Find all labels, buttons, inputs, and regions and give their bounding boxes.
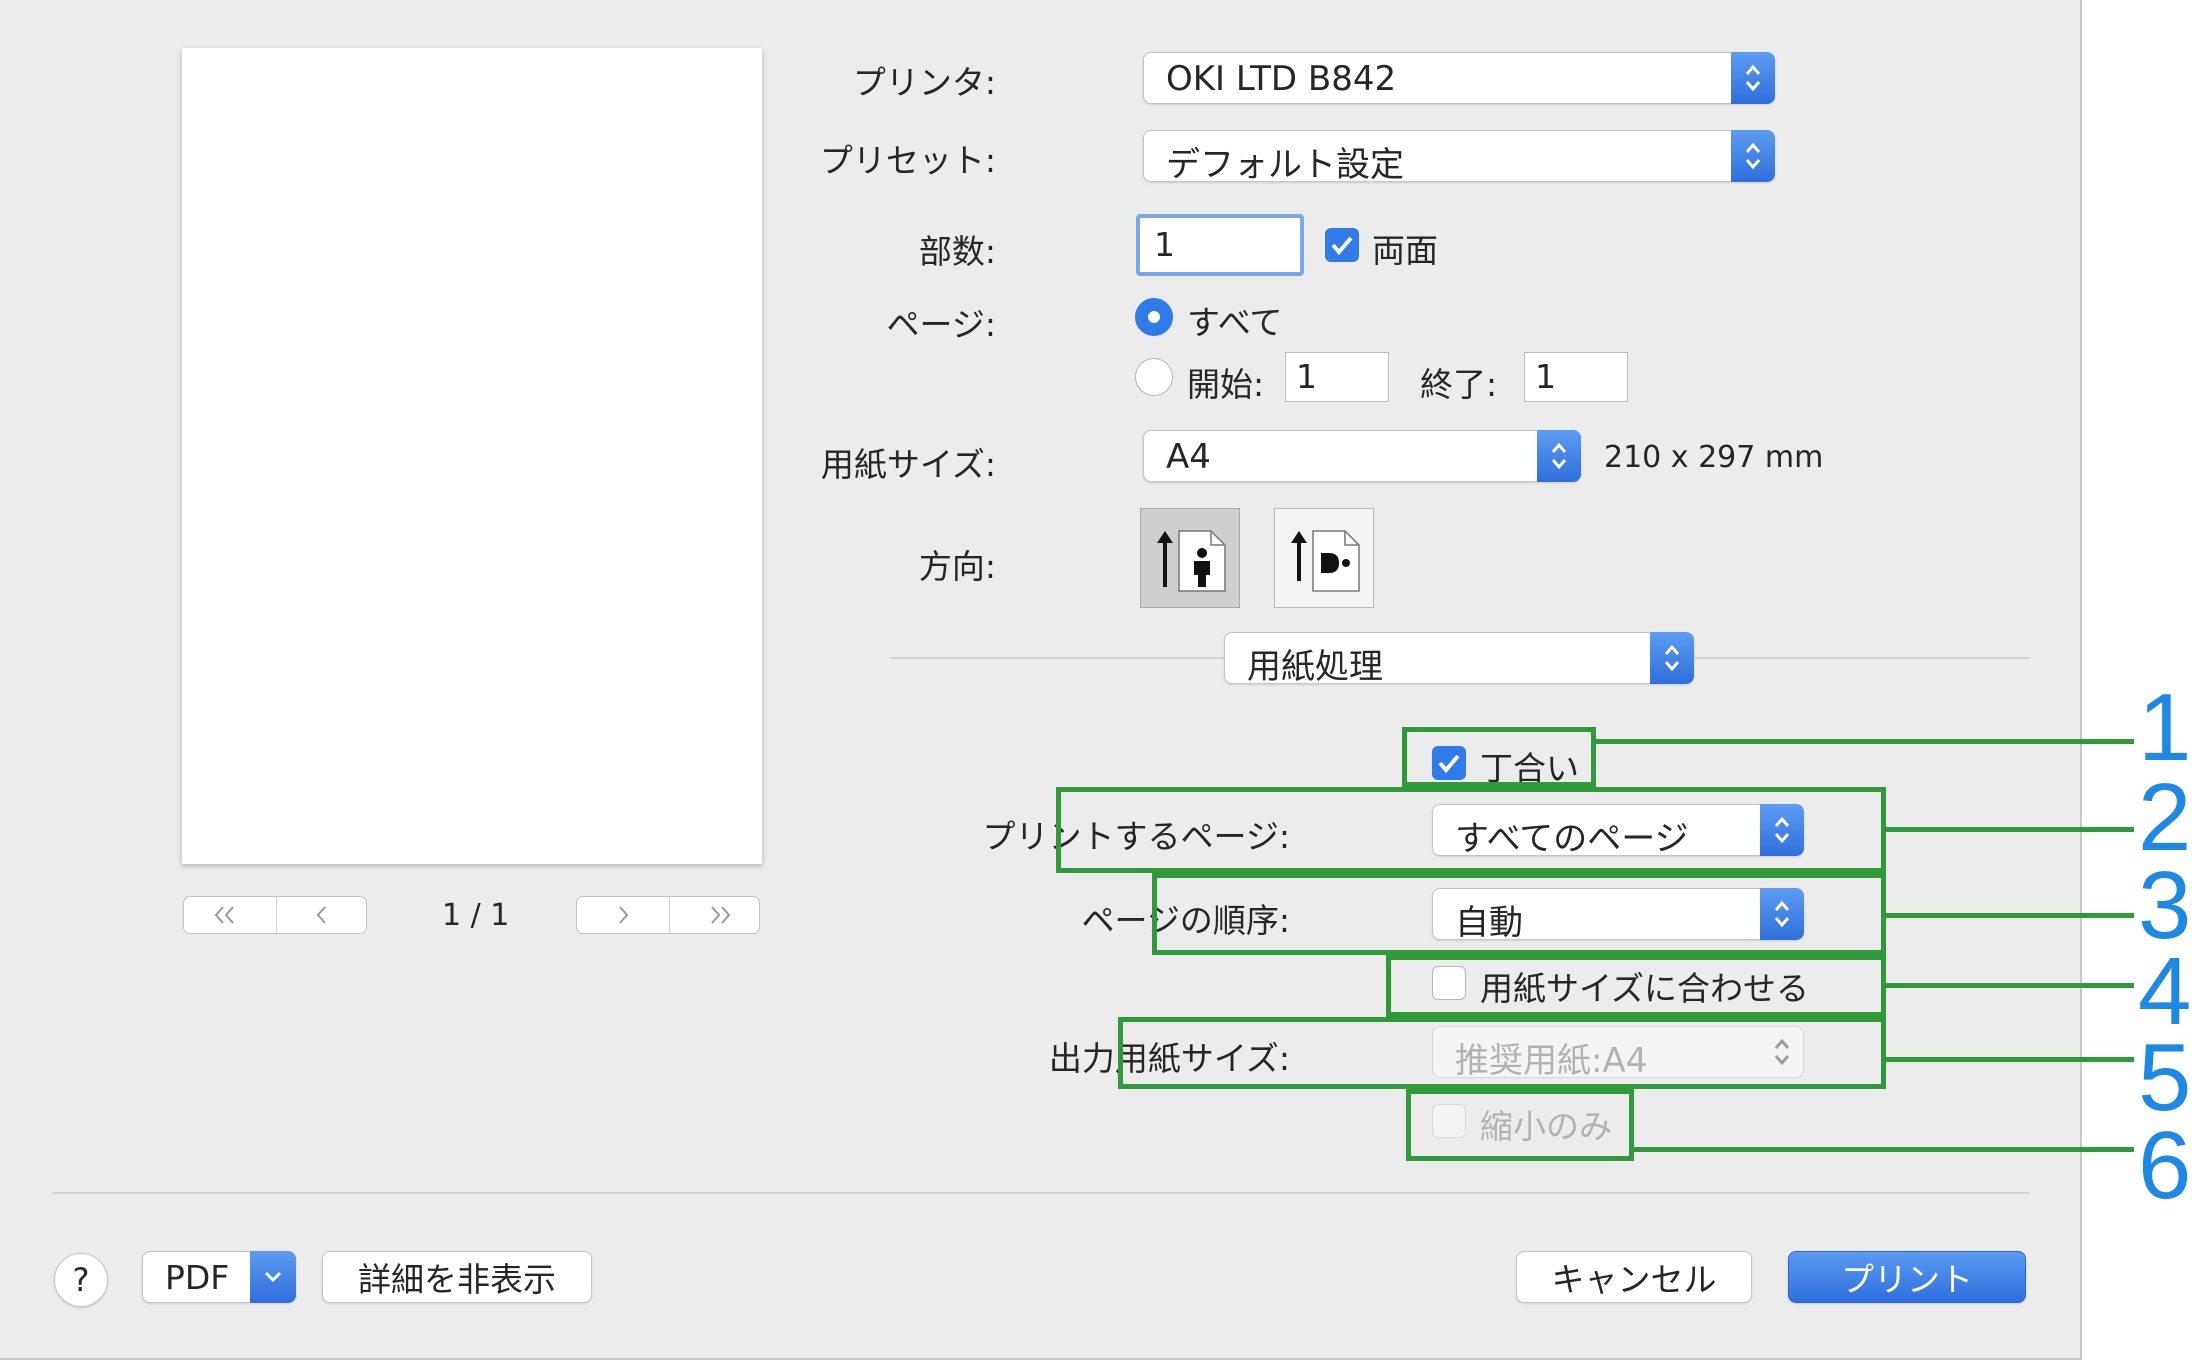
popup-stepper-icon (1537, 430, 1581, 482)
pages-from-input[interactable]: 1 (1285, 352, 1389, 402)
popup-stepper-icon (1731, 52, 1775, 104)
callout-line-3 (1884, 913, 2134, 918)
callout-box-6 (1406, 1089, 1634, 1161)
checkmark-icon (1331, 236, 1353, 256)
portrait-button[interactable] (1140, 508, 1240, 608)
pages-range-radio[interactable] (1135, 358, 1173, 396)
chevron-down-icon (250, 1251, 296, 1303)
pages-all-radio[interactable] (1135, 298, 1173, 336)
duplex-checkbox[interactable] (1325, 228, 1359, 262)
callout-box-1 (1402, 727, 1596, 787)
section-popup[interactable]: 用紙処理 (1224, 632, 1694, 687)
page-indicator: 1 / 1 (442, 898, 510, 933)
print-button[interactable]: プリント (1788, 1251, 2026, 1303)
paper-size-label: 用紙サイズ: (820, 445, 996, 484)
pages-from-label: 開始: (1187, 365, 1265, 404)
paper-dimensions: 210 x 297 mm (1604, 440, 1824, 475)
callout-box-5 (1118, 1017, 1886, 1089)
preview-nav-forward-group (576, 896, 760, 934)
section-popup-value: 用紙処理 (1247, 647, 1383, 687)
help-button[interactable]: ? (54, 1253, 108, 1307)
next-page-button[interactable] (577, 897, 670, 933)
preset-popup[interactable]: デフォルト設定 (1143, 130, 1775, 185)
callout-line-6 (1632, 1147, 2134, 1152)
portrait-orientation-icon (1157, 530, 1226, 592)
cancel-button[interactable]: キャンセル (1516, 1251, 1752, 1303)
chevron-left-icon (316, 906, 326, 924)
first-page-button[interactable] (184, 897, 277, 933)
pages-to-input[interactable]: 1 (1524, 352, 1628, 402)
callout-line-1 (1594, 739, 2134, 744)
preset-value: デフォルト設定 (1166, 145, 1404, 185)
printer-label: プリンタ: (852, 63, 996, 102)
printer-value: OKI LTD B842 (1166, 59, 1397, 99)
popup-stepper-icon (1731, 130, 1775, 182)
pdf-label: PDF (165, 1257, 230, 1297)
pages-all-label: すべて (1187, 303, 1283, 342)
callout-line-5 (1884, 1057, 2134, 1062)
callout-box-2 (1056, 787, 1886, 873)
preview-nav-back-group (183, 896, 367, 934)
page-preview (182, 48, 762, 864)
callout-line-2 (1884, 827, 2134, 832)
preset-label: プリセット: (819, 141, 996, 180)
printer-popup[interactable]: OKI LTD B842 (1143, 52, 1775, 104)
paper-size-value: A4 (1166, 437, 1211, 477)
callout-number-6: 6 (2138, 1112, 2192, 1219)
paper-size-popup[interactable]: A4 (1143, 430, 1581, 482)
copies-input[interactable]: 1 (1136, 214, 1304, 276)
pdf-menu-button[interactable]: PDF (142, 1251, 296, 1303)
callout-line-4 (1884, 983, 2134, 988)
hide-details-button[interactable]: 詳細を非表示 (322, 1251, 592, 1303)
landscape-button[interactable] (1274, 508, 1374, 608)
double-chevron-right-icon (711, 906, 731, 924)
copies-label: 部数: (918, 232, 996, 271)
chevron-right-icon (619, 906, 629, 924)
orientation-label: 方向: (918, 547, 996, 586)
pages-label: ページ: (886, 305, 996, 344)
previous-page-button[interactable] (276, 897, 368, 933)
last-page-button[interactable] (669, 897, 761, 933)
landscape-orientation-icon (1291, 530, 1360, 592)
footer-separator (52, 1192, 2030, 1194)
help-icon: ? (72, 1261, 90, 1299)
callout-box-4 (1386, 955, 1886, 1017)
popup-stepper-icon (1650, 632, 1694, 684)
double-chevron-left-icon (214, 906, 234, 924)
pages-to-label: 終了: (1420, 365, 1498, 404)
print-dialog: 1 / 1 プリンタ: OKI LTD B842 プリセット: デフォルト設定 … (0, 0, 2082, 1360)
callout-number-1: 1 (2138, 674, 2192, 781)
duplex-label: 両面 (1372, 231, 1438, 270)
callout-box-3 (1152, 873, 1886, 955)
